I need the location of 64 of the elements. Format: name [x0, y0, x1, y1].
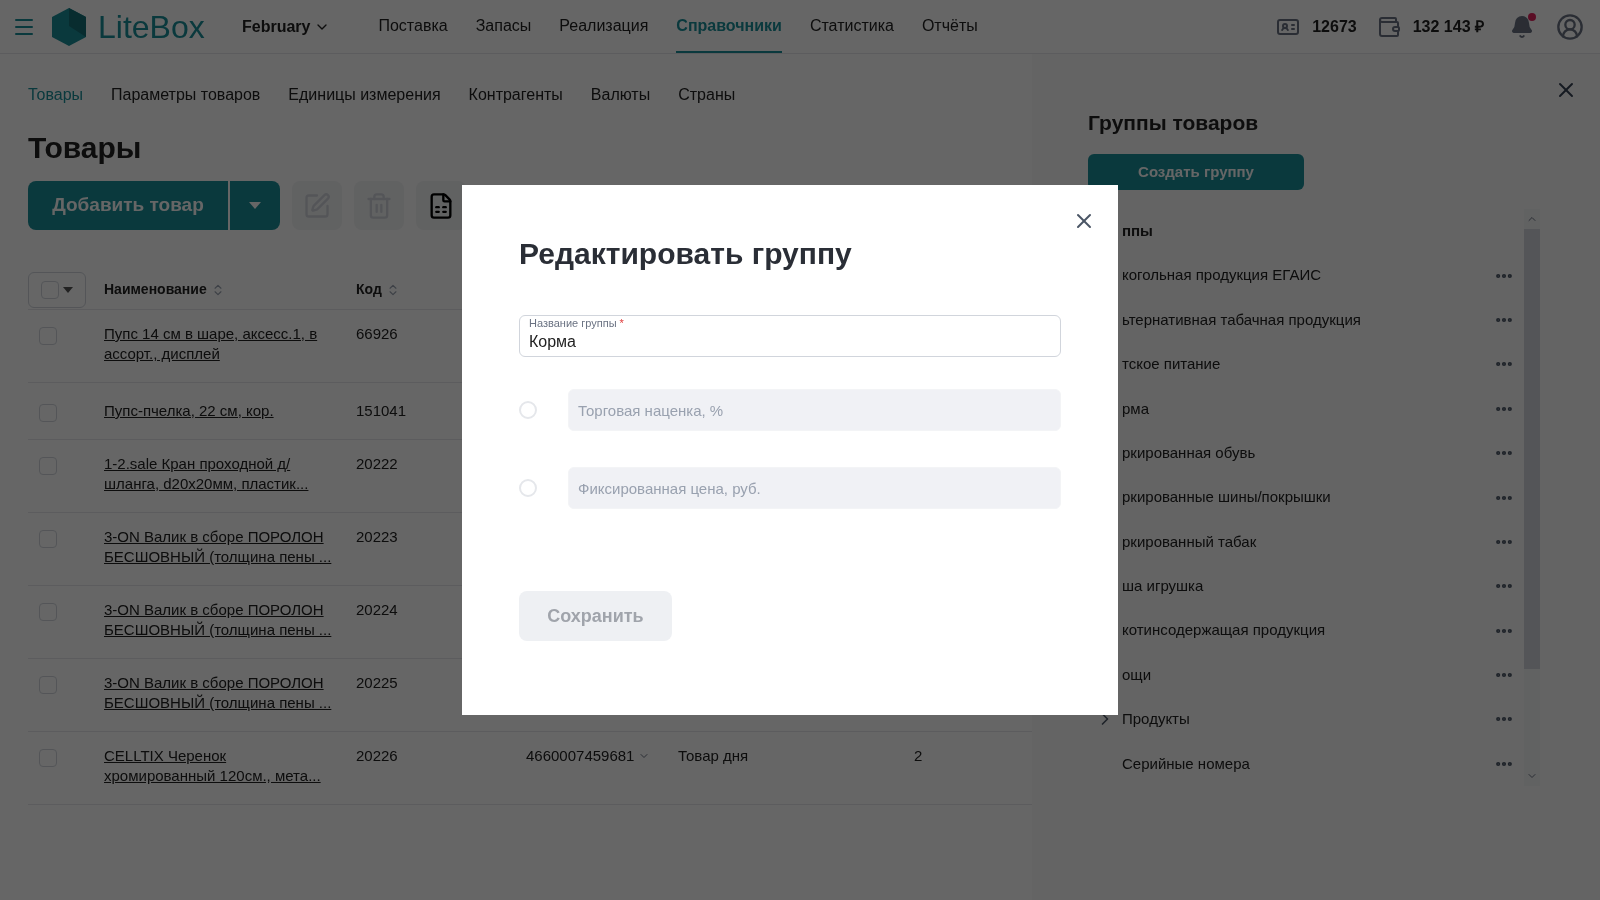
balance: 132 143 ₽: [1412, 16, 1484, 37]
logo-text: LiteBox: [98, 10, 205, 43]
column-header[interactable]: Наименование: [104, 279, 207, 300]
product-name-link[interactable]: 3-ON Валик в сборе ПОРОЛОН БЕСШОВНЫЙ (толщина пены ...: [104, 673, 340, 713]
table-cell-text: 20224: [356, 600, 399, 620]
sub-tab[interactable]: Товары: [28, 83, 84, 107]
group-item[interactable]: ьтернативная табачная продукция: [1122, 308, 1361, 332]
product-name-link[interactable]: Пупс-пчелка, 22 см, кор.: [104, 401, 340, 421]
product-name-link[interactable]: 3-ON Валик в сборе ПОРОЛОН БЕСШОВНЫЙ (толщина пены ...: [104, 527, 340, 567]
caret-icon: [249, 202, 261, 209]
dialog-title: Редактировать группу: [519, 239, 853, 269]
nav-tab[interactable]: Отчёты: [921, 0, 978, 53]
table-cell-text: 20225: [356, 673, 399, 693]
group-item[interactable]: Серийные номера: [1122, 752, 1250, 776]
wallet-icon: [1376, 14, 1401, 39]
product-name-link[interactable]: CELLTIX Черенок хромированный 120см., мета...: [104, 746, 340, 786]
group-item[interactable]: рма: [1122, 397, 1149, 420]
nav-tab[interactable]: Запасы: [475, 0, 532, 53]
nav-tab[interactable]: Реализация: [559, 0, 649, 53]
table-cell-text: 20226: [356, 746, 399, 766]
add-menu-button[interactable]: [230, 181, 280, 230]
group-item[interactable]: ощи: [1122, 663, 1152, 687]
group-name-field[interactable]: Название группы * Корма: [519, 315, 1061, 357]
product-name-link[interactable]: Пупс 14 см в шаре, аксесс.1, в ассорт., дисплей: [104, 324, 340, 364]
table-cell-text: 151041: [356, 401, 408, 421]
table-cell-text: 20222: [356, 454, 399, 474]
group-item[interactable]: Продукты: [1122, 708, 1190, 731]
group-item[interactable]: ркированные шины/покрышки: [1122, 486, 1331, 509]
avatar-icon[interactable]: [1556, 12, 1584, 41]
sub-tab[interactable]: Страны: [678, 83, 736, 107]
group-item[interactable]: когольная продукция ЕГАИС: [1122, 264, 1321, 287]
option-radio[interactable]: [519, 401, 537, 419]
sub-tab[interactable]: Контрагенты: [468, 83, 563, 107]
nav-tab[interactable]: Справочники: [676, 0, 782, 53]
product-name-link[interactable]: 1-2.sale Кран проходной д/шланга, d20x20мм, пластик...: [104, 454, 340, 494]
caret-icon: [63, 286, 73, 293]
product-name-link[interactable]: 3-ON Валик в сборе ПОРОЛОН БЕСШОВНЫЙ (толщина пены ...: [104, 600, 340, 640]
create-group-button[interactable]: Создать группу: [1088, 154, 1304, 190]
sub-tab[interactable]: Единицы измерения: [288, 83, 441, 107]
field-label: Название группы *: [526, 318, 627, 329]
account-id: 12673: [1312, 16, 1357, 37]
group-item[interactable]: ркированная обувь: [1122, 441, 1256, 465]
table-cell-text: 66926: [356, 324, 399, 344]
nav-tab[interactable]: Поставка: [378, 0, 448, 53]
panel-title: Группы товаров: [1088, 112, 1260, 133]
group-item[interactable]: ша игрушка: [1122, 575, 1204, 598]
table-cell: 2: [914, 746, 923, 766]
sub-tab[interactable]: Параметры товаров: [111, 83, 261, 107]
group-item[interactable]: ппы: [1122, 219, 1153, 243]
period-dropdown[interactable]: February: [242, 14, 331, 39]
add-product-button[interactable]: Добавить товар: [28, 181, 228, 230]
group-item[interactable]: котинсодержащая продукция: [1122, 619, 1326, 642]
table-cell-text: 20223: [356, 527, 399, 547]
nav-tab[interactable]: Статистика: [809, 0, 894, 53]
barcode-dropdown[interactable]: 4660007459681: [526, 746, 678, 766]
page-title: Товары: [28, 133, 143, 163]
sub-tab[interactable]: Валюты: [590, 83, 651, 107]
table-cell-text: Товар дня: [678, 746, 750, 766]
document-button[interactable]: [416, 181, 466, 230]
option-radio[interactable]: [519, 479, 537, 497]
column-header[interactable]: Код: [356, 279, 382, 300]
group-item[interactable]: тское питание: [1122, 353, 1221, 376]
select-all-dropdown[interactable]: [28, 271, 86, 308]
group-item[interactable]: ркированный табак: [1122, 530, 1257, 554]
